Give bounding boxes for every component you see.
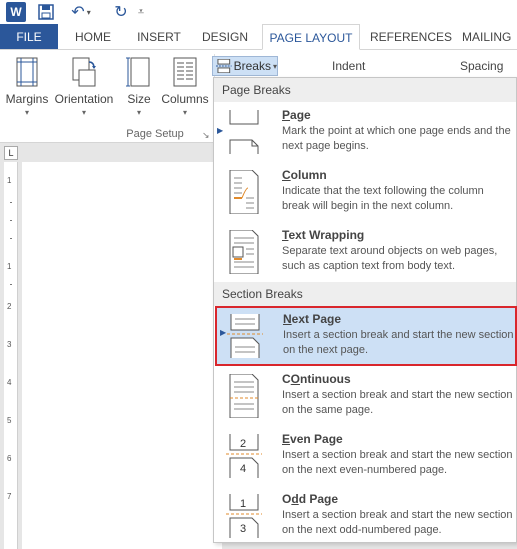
- menu-item-description: Separate text around objects on web page…: [282, 245, 498, 272]
- tab-design[interactable]: DESIGN: [196, 24, 254, 50]
- section-breaks-header: Section Breaks: [214, 282, 516, 306]
- menu-item-description: Insert a section break and start the new…: [282, 449, 513, 476]
- margins-label: Margins: [5, 92, 49, 106]
- menu-item-title: COntinuous: [282, 372, 351, 386]
- orientation-label: Orientation: [54, 92, 114, 106]
- dialog-launcher-icon[interactable]: ↘: [202, 130, 210, 141]
- svg-text:4: 4: [240, 463, 246, 475]
- undo-icon[interactable]: ↶ ▾: [66, 2, 96, 22]
- next-page-break-icon: [227, 314, 263, 358]
- ruler-number: 3: [7, 340, 12, 349]
- tab-selector[interactable]: L: [4, 146, 18, 160]
- chevron-down-icon: ▾: [136, 108, 141, 117]
- text-wrapping-icon: [229, 230, 259, 274]
- ruler-number: 1: [7, 176, 12, 185]
- menu-item-page-break[interactable]: ▶ Page Mark the point at which one page …: [214, 102, 516, 162]
- menu-item-description: Insert a section break and start the new…: [283, 329, 514, 356]
- ruler-tick: [10, 220, 12, 221]
- ruler-number: 6: [7, 454, 12, 463]
- ruler-tick: [10, 202, 12, 203]
- customize-toolbar-icon[interactable]: ⩡: [134, 2, 148, 22]
- ruler-number: 1: [7, 262, 12, 271]
- menu-item-next-page[interactable]: ▶ Next Page Insert a section break and s…: [215, 306, 517, 366]
- menu-item-title: Odd Page: [282, 492, 339, 506]
- column-break-icon: [229, 170, 259, 214]
- menu-item-description: Insert a section break and start the new…: [282, 389, 513, 416]
- menu-item-title: Page: [282, 108, 311, 122]
- tab-references[interactable]: REFERENCES: [370, 24, 452, 50]
- orientation-icon: [72, 57, 96, 87]
- tab-mailings[interactable]: MAILING: [462, 24, 517, 50]
- menu-item-title: Text Wrapping: [282, 228, 365, 242]
- ribbon-tabs: FILE HOME INSERT DESIGN PAGE LAYOUT REFE…: [0, 24, 517, 50]
- menu-item-title: Column: [282, 168, 327, 182]
- svg-text:1: 1: [240, 498, 246, 510]
- quick-access-toolbar: W ↶ ▾ ↻ ⩡: [0, 0, 517, 24]
- menu-item-title: Next Page: [283, 312, 342, 326]
- size-label: Size: [127, 92, 151, 106]
- breaks-button[interactable]: Breaks ▾: [212, 56, 278, 76]
- menu-item-continuous[interactable]: COntinuous Insert a section break and st…: [214, 366, 516, 426]
- margins-icon: [16, 57, 38, 87]
- tab-home[interactable]: HOME: [64, 24, 122, 50]
- columns-label: Columns: [161, 92, 209, 106]
- menu-item-title: Even Page: [282, 432, 343, 446]
- menu-item-description: Mark the point at which one page ends an…: [282, 125, 511, 152]
- redo-icon[interactable]: ↻: [106, 2, 136, 22]
- size-button[interactable]: Size ▾: [122, 56, 156, 117]
- ruler-number: 4: [7, 378, 12, 387]
- orientation-button[interactable]: Orientation ▾: [52, 56, 116, 117]
- columns-button[interactable]: Columns ▾: [160, 56, 210, 117]
- breaks-icon: [216, 59, 232, 73]
- columns-icon: [173, 57, 197, 87]
- ruler-number: 2: [7, 302, 12, 311]
- breaks-label: Breaks: [233, 59, 271, 73]
- pointer-icon: ▶: [220, 328, 227, 337]
- ruler-tick: [10, 238, 12, 239]
- word-logo-icon: W: [6, 2, 26, 22]
- size-icon: [126, 57, 150, 87]
- ruler-tick: [10, 284, 12, 285]
- even-page-break-icon: 24: [226, 434, 262, 478]
- document-page[interactable]: [22, 162, 222, 549]
- continuous-break-icon: [229, 374, 259, 418]
- vertical-ruler: 1 1 2 3 4 5 6 7: [4, 162, 18, 549]
- menu-item-description: Insert a section break and start the new…: [282, 509, 513, 536]
- breaks-dropdown-menu: Page Breaks ▶ Page Mark the point at whi…: [213, 77, 517, 543]
- chevron-down-icon: ▾: [81, 108, 86, 117]
- margins-button[interactable]: Margins ▾: [4, 56, 50, 117]
- svg-text:2: 2: [240, 438, 246, 450]
- ruler-number: 5: [7, 416, 12, 425]
- chevron-down-icon: ▾: [182, 108, 187, 117]
- menu-item-column-break[interactable]: Column Indicate that the text following …: [214, 162, 516, 222]
- page-setup-group-label: Page Setup: [126, 128, 184, 140]
- chevron-down-icon: ▾: [24, 108, 29, 117]
- menu-item-even-page[interactable]: 24 Even Page Insert a section break and …: [214, 426, 516, 486]
- menu-item-text-wrapping[interactable]: Text Wrapping Separate text around objec…: [214, 222, 516, 282]
- tab-insert[interactable]: INSERT: [128, 24, 190, 50]
- ruler-number: 7: [7, 492, 12, 501]
- chevron-down-icon: ▾: [272, 61, 277, 71]
- page-breaks-header: Page Breaks: [214, 78, 516, 102]
- undo-dropdown-icon[interactable]: ▾: [87, 8, 91, 17]
- indent-label: Indent: [332, 59, 366, 73]
- odd-page-break-icon: 13: [226, 494, 262, 538]
- tab-page-layout[interactable]: PAGE LAYOUT: [262, 24, 360, 50]
- menu-item-description: Indicate that the text following the col…: [282, 185, 484, 212]
- tab-file[interactable]: FILE: [0, 24, 58, 50]
- spacing-label: Spacing: [460, 59, 504, 73]
- page-break-icon: [229, 110, 259, 154]
- menu-item-odd-page[interactable]: 13 Odd Page Insert a section break and s…: [214, 486, 516, 546]
- pointer-icon: ▶: [217, 126, 224, 135]
- save-icon[interactable]: [36, 2, 56, 22]
- svg-text:3: 3: [240, 523, 246, 535]
